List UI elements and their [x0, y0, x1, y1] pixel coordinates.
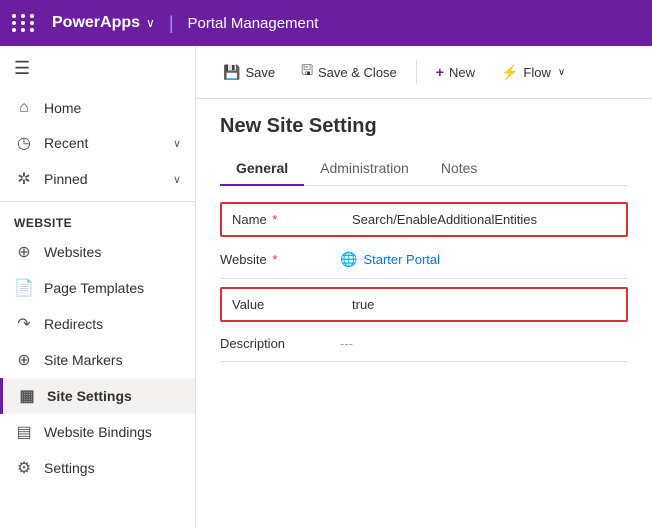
- sidebar: ☰ ⌂ Home ◷ Recent ∨ ✲ Pinned ∨ Website ⊕…: [0, 46, 196, 528]
- field-label-name: Name *: [232, 212, 352, 227]
- sidebar-recent-label: Recent: [44, 135, 88, 151]
- sidebar-website-bindings-label: Website Bindings: [44, 424, 152, 440]
- field-value-website[interactable]: 🌐 Starter Portal: [340, 251, 628, 268]
- globe-icon: 🌐: [340, 251, 357, 268]
- website-bindings-icon: ▤: [14, 422, 34, 442]
- hamburger-icon[interactable]: ☰: [0, 46, 195, 91]
- required-indicator: *: [269, 212, 278, 227]
- page-templates-icon: 📄: [14, 278, 34, 298]
- sidebar-item-site-settings[interactable]: ▦ Site Settings: [0, 378, 195, 414]
- app-chevron-icon[interactable]: ∨: [146, 16, 155, 30]
- field-row-value: Value true: [220, 287, 628, 322]
- sidebar-item-redirects[interactable]: ↷ Redirects: [0, 306, 195, 342]
- pin-icon: ✲: [14, 169, 34, 189]
- new-label: New: [449, 65, 475, 80]
- sidebar-pinned-label: Pinned: [44, 171, 88, 187]
- settings-icon: ⚙: [14, 458, 34, 478]
- field-value-value[interactable]: true: [352, 297, 616, 312]
- save-button[interactable]: 💾 Save: [212, 58, 286, 87]
- sidebar-page-templates-label: Page Templates: [44, 280, 144, 296]
- save-close-button[interactable]: 🖫 Save & Close: [290, 54, 408, 90]
- app-launcher-icon[interactable]: [12, 14, 36, 32]
- sidebar-item-pinned[interactable]: ✲ Pinned ∨: [0, 161, 195, 197]
- sidebar-item-site-markers[interactable]: ⊕ Site Markers: [0, 342, 195, 378]
- sidebar-item-recent[interactable]: ◷ Recent ∨: [0, 125, 195, 161]
- sidebar-site-settings-label: Site Settings: [47, 388, 132, 404]
- main-layout: ☰ ⌂ Home ◷ Recent ∨ ✲ Pinned ∨ Website ⊕…: [0, 46, 652, 528]
- save-close-label: Save & Close: [318, 65, 397, 80]
- sidebar-item-page-templates[interactable]: 📄 Page Templates: [0, 270, 195, 306]
- flow-chevron-icon: ∨: [558, 67, 565, 78]
- field-row-description: Description ---: [220, 326, 628, 362]
- sidebar-divider: [0, 201, 195, 202]
- toolbar-separator: [416, 60, 417, 84]
- portal-title: Portal Management: [188, 15, 319, 32]
- save-label: Save: [245, 65, 275, 80]
- sidebar-item-websites[interactable]: ⊕ Websites: [0, 234, 195, 270]
- tab-administration[interactable]: Administration: [304, 152, 425, 186]
- flow-button[interactable]: ⚡ Flow ∨: [490, 58, 576, 87]
- pinned-chevron-icon: ∨: [173, 173, 181, 186]
- sidebar-home-label: Home: [44, 100, 81, 116]
- form-area: New Site Setting General Administration …: [196, 99, 652, 528]
- site-markers-icon: ⊕: [14, 350, 34, 370]
- app-name[interactable]: PowerApps: [52, 14, 140, 32]
- content-area: 💾 Save 🖫 Save & Close + New ⚡ Flow ∨ New…: [196, 46, 652, 528]
- websites-icon: ⊕: [14, 242, 34, 262]
- home-icon: ⌂: [14, 99, 34, 117]
- field-value-description[interactable]: ---: [340, 336, 628, 351]
- required-indicator-website: *: [269, 252, 278, 267]
- top-bar-separator: |: [169, 13, 174, 34]
- recent-icon: ◷: [14, 133, 34, 153]
- sidebar-item-home[interactable]: ⌂ Home: [0, 91, 195, 125]
- tab-notes[interactable]: Notes: [425, 152, 494, 186]
- sidebar-item-settings[interactable]: ⚙ Settings: [0, 450, 195, 486]
- field-label-website: Website *: [220, 252, 340, 267]
- flow-icon: ⚡: [501, 64, 518, 81]
- toolbar: 💾 Save 🖫 Save & Close + New ⚡ Flow ∨: [196, 46, 652, 99]
- new-icon: +: [436, 64, 444, 80]
- sidebar-site-markers-label: Site Markers: [44, 352, 123, 368]
- save-close-icon: 🖫: [301, 60, 313, 84]
- field-value-name[interactable]: Search/EnableAdditionalEntities: [352, 212, 616, 227]
- field-label-value: Value: [232, 297, 352, 312]
- field-row-name: Name * Search/EnableAdditionalEntities: [220, 202, 628, 237]
- tabs: General Administration Notes: [220, 152, 628, 186]
- sidebar-settings-label: Settings: [44, 460, 95, 476]
- save-icon: 💾: [223, 64, 240, 81]
- field-label-description: Description: [220, 336, 340, 351]
- new-button[interactable]: + New: [425, 58, 486, 86]
- top-bar: PowerApps ∨ | Portal Management: [0, 0, 652, 46]
- recent-chevron-icon: ∨: [173, 137, 181, 150]
- sidebar-item-website-bindings[interactable]: ▤ Website Bindings: [0, 414, 195, 450]
- sidebar-websites-label: Websites: [44, 244, 101, 260]
- flow-label: Flow: [523, 65, 550, 80]
- form-title: New Site Setting: [220, 115, 628, 138]
- sidebar-section-website: Website: [0, 206, 195, 234]
- site-settings-icon: ▦: [17, 386, 37, 406]
- field-row-website: Website * 🌐 Starter Portal: [220, 241, 628, 279]
- sidebar-redirects-label: Redirects: [44, 316, 103, 332]
- tab-general[interactable]: General: [220, 152, 304, 186]
- redirects-icon: ↷: [14, 314, 34, 334]
